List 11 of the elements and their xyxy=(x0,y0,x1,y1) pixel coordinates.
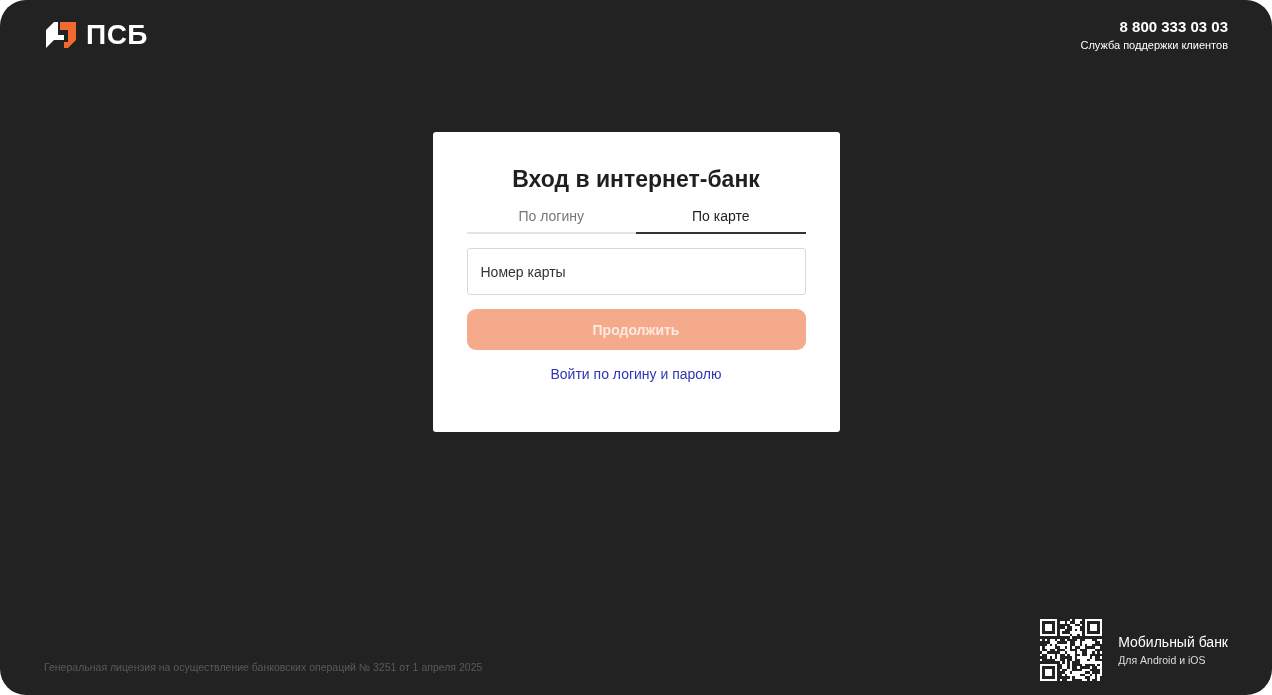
qr-code-icon xyxy=(1040,619,1103,681)
login-password-link[interactable]: Войти по логину и паролю xyxy=(550,366,722,382)
logo-text[interactable]: ПСБ xyxy=(86,19,148,51)
login-tab[interactable]: По логину xyxy=(466,203,636,234)
login-title: Вход в интернет-банк xyxy=(511,166,761,193)
app-title: Мобильный банк xyxy=(1118,634,1228,650)
app-caption: Для Android и iOS xyxy=(1118,654,1207,666)
phone-caption: Служба поддержки клиентов xyxy=(1080,39,1228,51)
card-number-field[interactable]: Номер карты xyxy=(466,248,806,295)
login-tab[interactable]: По карте xyxy=(636,203,806,234)
phone-number[interactable]: 8 800 333 03 03 xyxy=(1119,18,1228,35)
